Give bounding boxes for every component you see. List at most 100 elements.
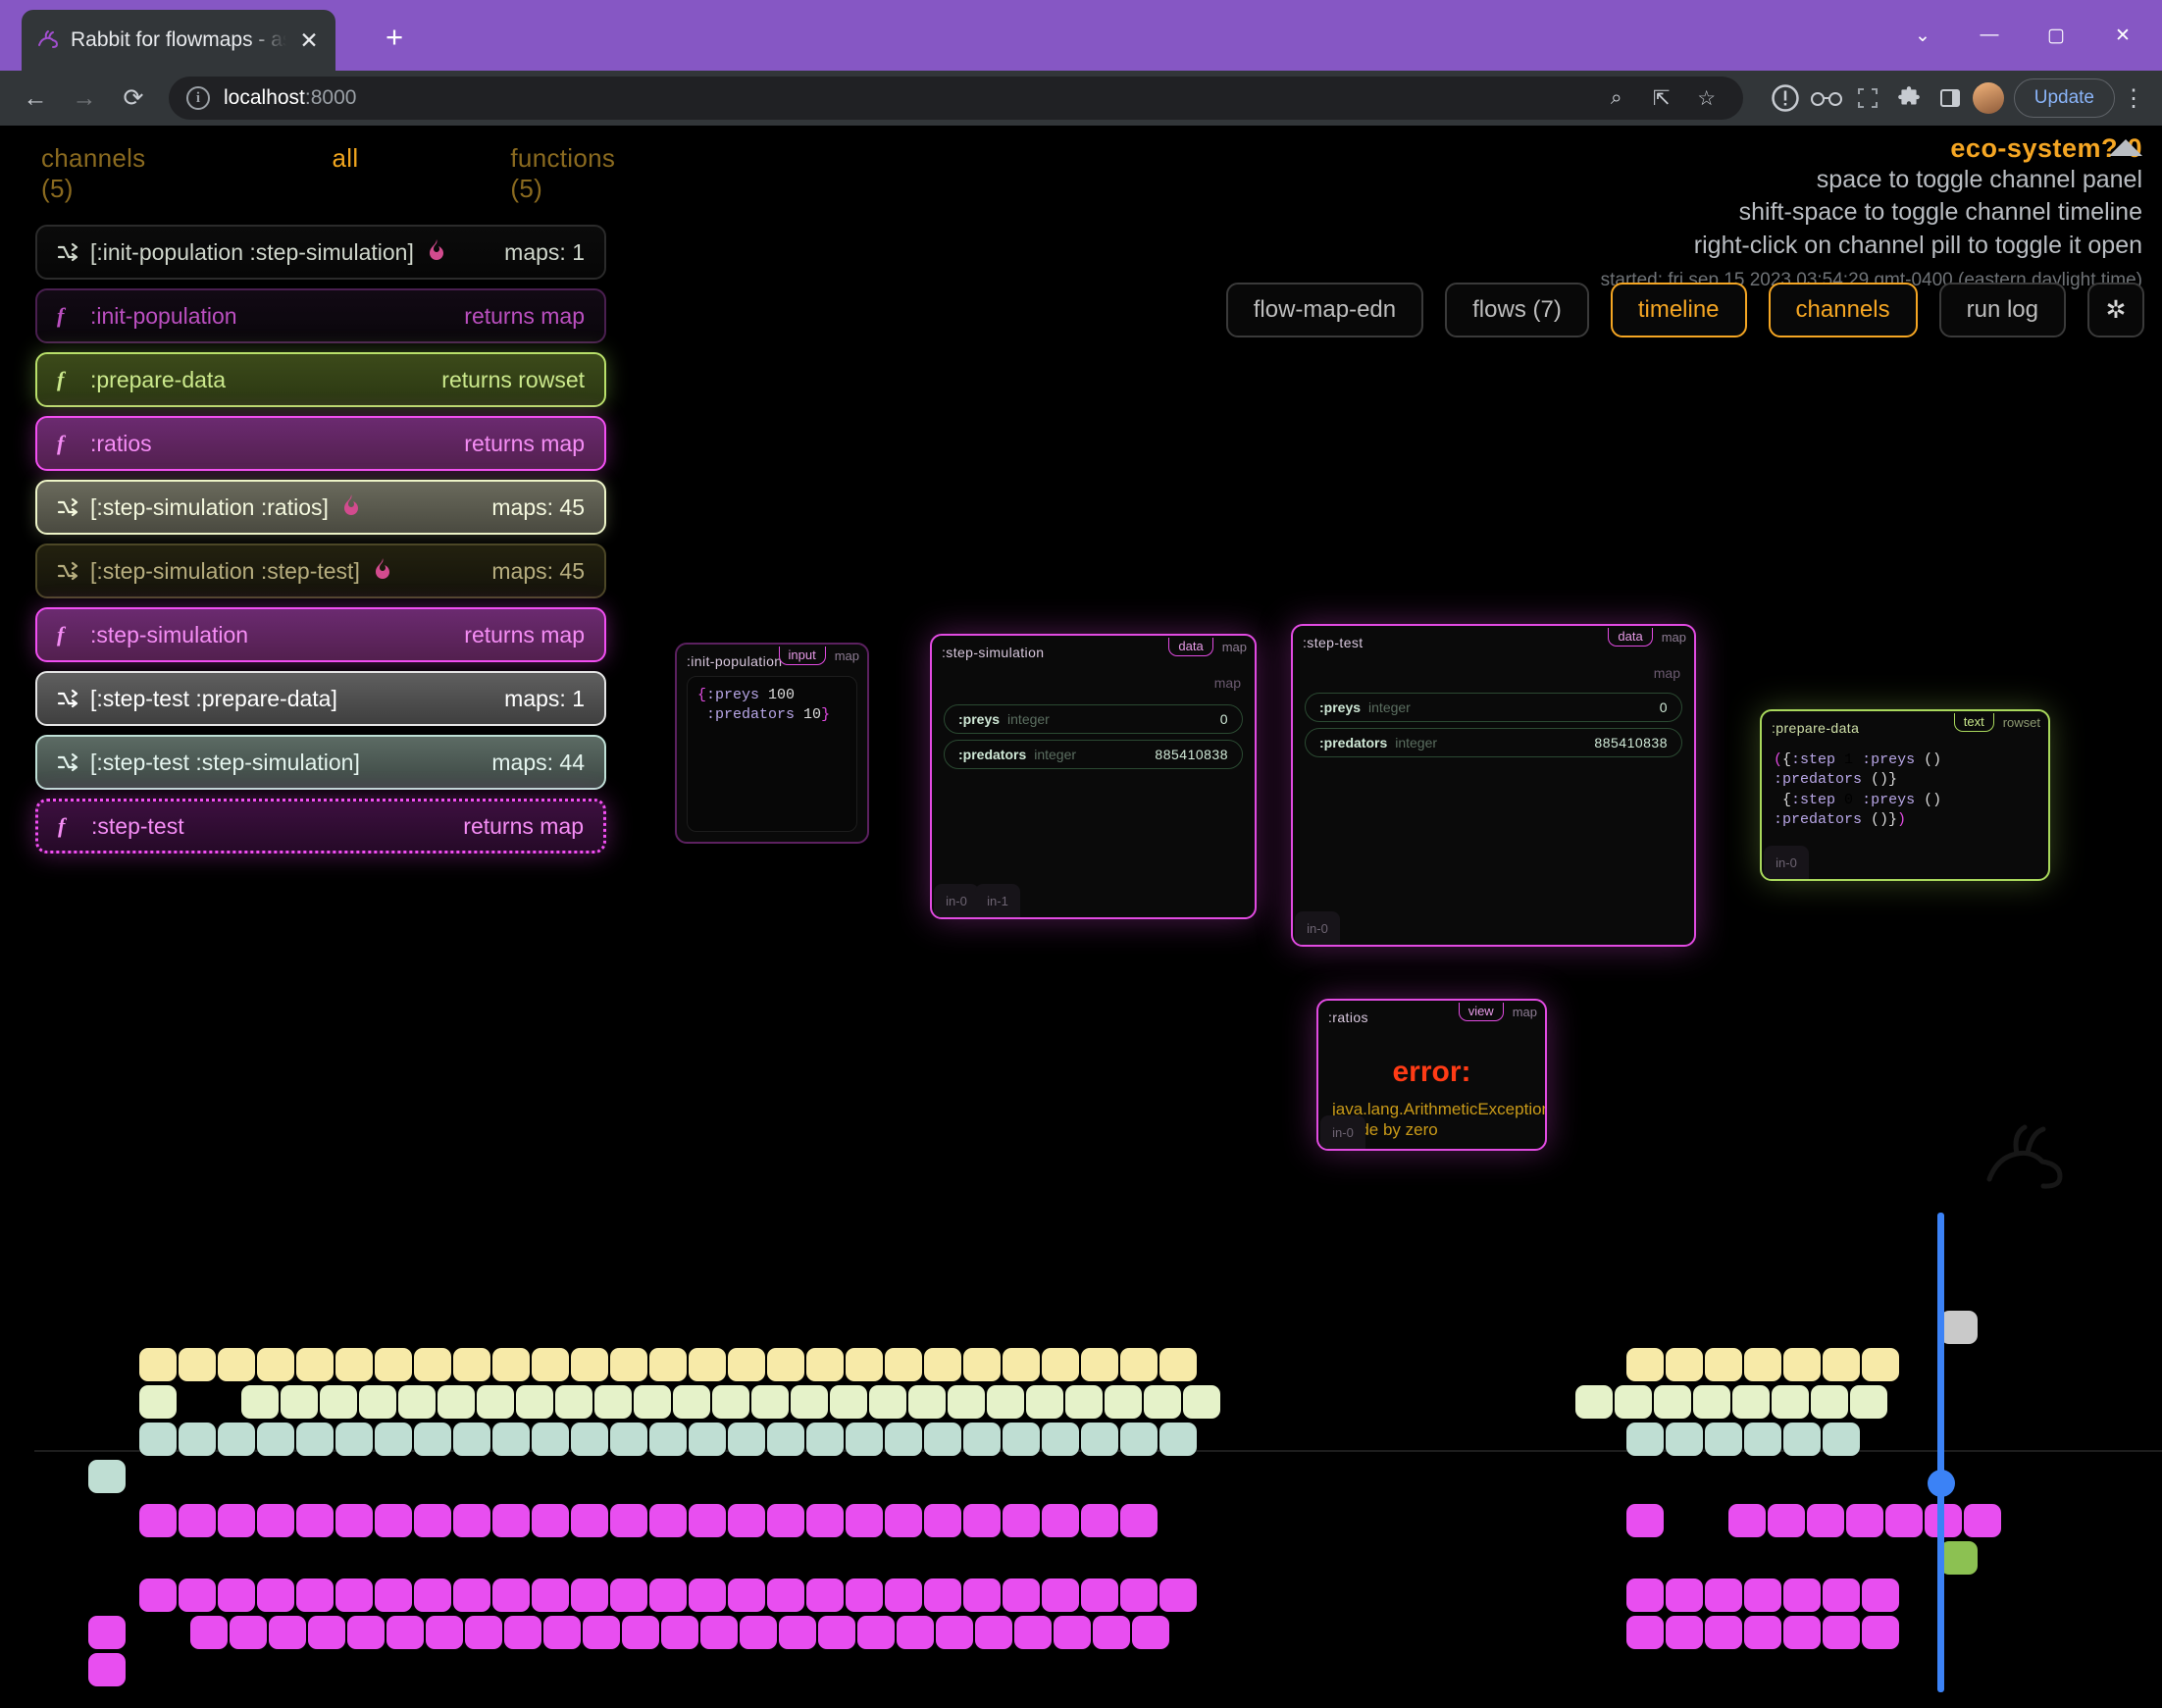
timeline-cell-magenta[interactable] xyxy=(1120,1579,1158,1612)
timeline-cell-magenta[interactable] xyxy=(1705,1616,1742,1649)
timeline-cell-magenta[interactable] xyxy=(1042,1579,1079,1612)
timeline-cell-palegreen[interactable] xyxy=(594,1385,632,1419)
timeline-cell-palegreen[interactable] xyxy=(320,1385,357,1419)
timeline-cell-magenta[interactable] xyxy=(1964,1504,2001,1537)
timeline-cell-magenta[interactable] xyxy=(88,1616,126,1649)
timeline-cell-magenta[interactable] xyxy=(661,1616,698,1649)
timeline-cell-yellow[interactable] xyxy=(414,1348,451,1381)
timeline-cell-magenta[interactable] xyxy=(700,1616,738,1649)
timeline-cell-mint[interactable] xyxy=(532,1423,569,1456)
timeline-cell-magenta[interactable] xyxy=(649,1579,687,1612)
timeline-cell-palegreen[interactable] xyxy=(948,1385,985,1419)
timeline-cell-yellow[interactable] xyxy=(1626,1348,1664,1381)
timeline-cell-magenta[interactable] xyxy=(504,1616,541,1649)
timeline-cell-palegreen[interactable] xyxy=(1183,1385,1220,1419)
flow-node-step-simulation[interactable]: :step-simulation data map map :preys int… xyxy=(930,634,1257,919)
timeline-cell-yellow[interactable] xyxy=(1823,1348,1860,1381)
timeline-cell-magenta[interactable] xyxy=(1666,1579,1703,1612)
timeline-cell-magenta[interactable] xyxy=(936,1616,973,1649)
timeline-cell-mint[interactable] xyxy=(1120,1423,1158,1456)
timeline-cell-yellow[interactable] xyxy=(453,1348,490,1381)
timeline-cell-palegreen[interactable] xyxy=(281,1385,318,1419)
timeline-cell-magenta[interactable] xyxy=(818,1616,855,1649)
timeline-cell-palegreen[interactable] xyxy=(1850,1385,1887,1419)
timeline-cell-mint[interactable] xyxy=(1705,1423,1742,1456)
timeline-cell-yellow[interactable] xyxy=(218,1348,255,1381)
timeline-cell-mint[interactable] xyxy=(1744,1423,1781,1456)
timeline-cell-magenta[interactable] xyxy=(190,1616,228,1649)
minimize-button[interactable]: — xyxy=(1956,0,2023,71)
timeline-cell-magenta[interactable] xyxy=(1744,1579,1781,1612)
timeline-cell-mint[interactable] xyxy=(846,1423,883,1456)
channel-timeline[interactable] xyxy=(0,1213,2162,1708)
browser-tab[interactable]: Rabbit for flowmaps - async flow ✕ xyxy=(22,10,335,71)
timeline-cell-magenta[interactable] xyxy=(1728,1504,1766,1537)
timeline-cell-palegreen[interactable] xyxy=(987,1385,1024,1419)
timeline-cell-magenta[interactable] xyxy=(779,1616,816,1649)
timeline-cell-magenta[interactable] xyxy=(1823,1579,1860,1612)
timeline-cell-magenta[interactable] xyxy=(1054,1616,1091,1649)
timeline-cell-magenta[interactable] xyxy=(375,1504,412,1537)
timeline-cell-palegreen[interactable] xyxy=(1026,1385,1063,1419)
timeline-cell-mint[interactable] xyxy=(375,1423,412,1456)
forward-icon[interactable]: → xyxy=(63,77,106,120)
node-in-port[interactable]: in-1 xyxy=(975,884,1020,917)
site-info-icon[interactable]: i xyxy=(186,86,210,110)
chevron-down-icon[interactable]: ⌄ xyxy=(1889,0,1956,71)
timeline-cell-palegreen[interactable] xyxy=(1693,1385,1730,1419)
timeline-cell-magenta[interactable] xyxy=(414,1504,451,1537)
node-tag-selected[interactable]: data xyxy=(1168,638,1213,656)
timeline-cell-magenta[interactable] xyxy=(1081,1504,1118,1537)
timeline-cell-green[interactable] xyxy=(1940,1541,1978,1575)
timeline-cell-mint[interactable] xyxy=(963,1423,1001,1456)
timeline-cell-magenta[interactable] xyxy=(269,1616,306,1649)
timeline-cell-yellow[interactable] xyxy=(179,1348,216,1381)
timeline-cell-yellow[interactable] xyxy=(1081,1348,1118,1381)
timeline-cell-magenta[interactable] xyxy=(622,1616,659,1649)
timeline-cell-mint[interactable] xyxy=(453,1423,490,1456)
timeline-cell-magenta[interactable] xyxy=(88,1653,126,1686)
timeline-cell-magenta[interactable] xyxy=(1823,1616,1860,1649)
timeline-cell-magenta[interactable] xyxy=(1120,1504,1158,1537)
maximize-button[interactable]: ▢ xyxy=(2023,0,2089,71)
zoom-icon[interactable]: ⌕ xyxy=(1598,79,1635,117)
timeline-cell-yellow[interactable] xyxy=(885,1348,922,1381)
timeline-cell-magenta[interactable] xyxy=(728,1504,765,1537)
timeline-cell-magenta[interactable] xyxy=(308,1616,345,1649)
timeline-cell-magenta[interactable] xyxy=(806,1504,844,1537)
timeline-cell-magenta[interactable] xyxy=(610,1504,647,1537)
timeline-cell-palegreen[interactable] xyxy=(908,1385,946,1419)
flow-node-prepare-data[interactable]: :prepare-data text rowset ({:step 1 :pre… xyxy=(1760,709,2050,881)
timeline-cell-yellow[interactable] xyxy=(257,1348,294,1381)
timeline-cell-magenta[interactable] xyxy=(1846,1504,1883,1537)
timeline-cell-yellow[interactable] xyxy=(963,1348,1001,1381)
timeline-cell-mint[interactable] xyxy=(924,1423,961,1456)
timeline-cell-mint[interactable] xyxy=(179,1423,216,1456)
timeline-cell-palegreen[interactable] xyxy=(1065,1385,1103,1419)
timeline-cell-magenta[interactable] xyxy=(583,1616,620,1649)
extensions-puzzle-icon[interactable] xyxy=(1890,79,1928,117)
timeline-cell-magenta[interactable] xyxy=(335,1504,373,1537)
address-bar[interactable]: i localhost:8000 ⌕ ⇱ ☆ xyxy=(169,77,1743,120)
timeline-cell-magenta[interactable] xyxy=(1783,1579,1821,1612)
timeline-cell-mint[interactable] xyxy=(571,1423,608,1456)
timeline-cell-palegreen[interactable] xyxy=(634,1385,671,1419)
timeline-cell-magenta[interactable] xyxy=(571,1504,608,1537)
timeline-cell-magenta[interactable] xyxy=(1768,1504,1805,1537)
timeline-cell-magenta[interactable] xyxy=(806,1579,844,1612)
timeline-cell-magenta[interactable] xyxy=(963,1579,1001,1612)
flow-node-ratios[interactable]: :ratios view map error: java.lang.Arithm… xyxy=(1316,999,1547,1151)
timeline-cell-magenta[interactable] xyxy=(1807,1504,1844,1537)
timeline-cell-yellow[interactable] xyxy=(492,1348,530,1381)
timeline-cell-yellow[interactable] xyxy=(139,1348,177,1381)
profile-avatar[interactable] xyxy=(1972,82,2004,114)
timeline-cell-mint[interactable] xyxy=(414,1423,451,1456)
timeline-cell-mint[interactable] xyxy=(649,1423,687,1456)
node-tag-selected[interactable]: view xyxy=(1458,1003,1504,1021)
timeline-cell-mint[interactable] xyxy=(610,1423,647,1456)
timeline-cell-magenta[interactable] xyxy=(1626,1579,1664,1612)
timeline-cell-magenta[interactable] xyxy=(453,1504,490,1537)
timeline-cell-palegreen[interactable] xyxy=(516,1385,553,1419)
timeline-cell-magenta[interactable] xyxy=(897,1616,934,1649)
timeline-cell-palegreen[interactable] xyxy=(1105,1385,1142,1419)
